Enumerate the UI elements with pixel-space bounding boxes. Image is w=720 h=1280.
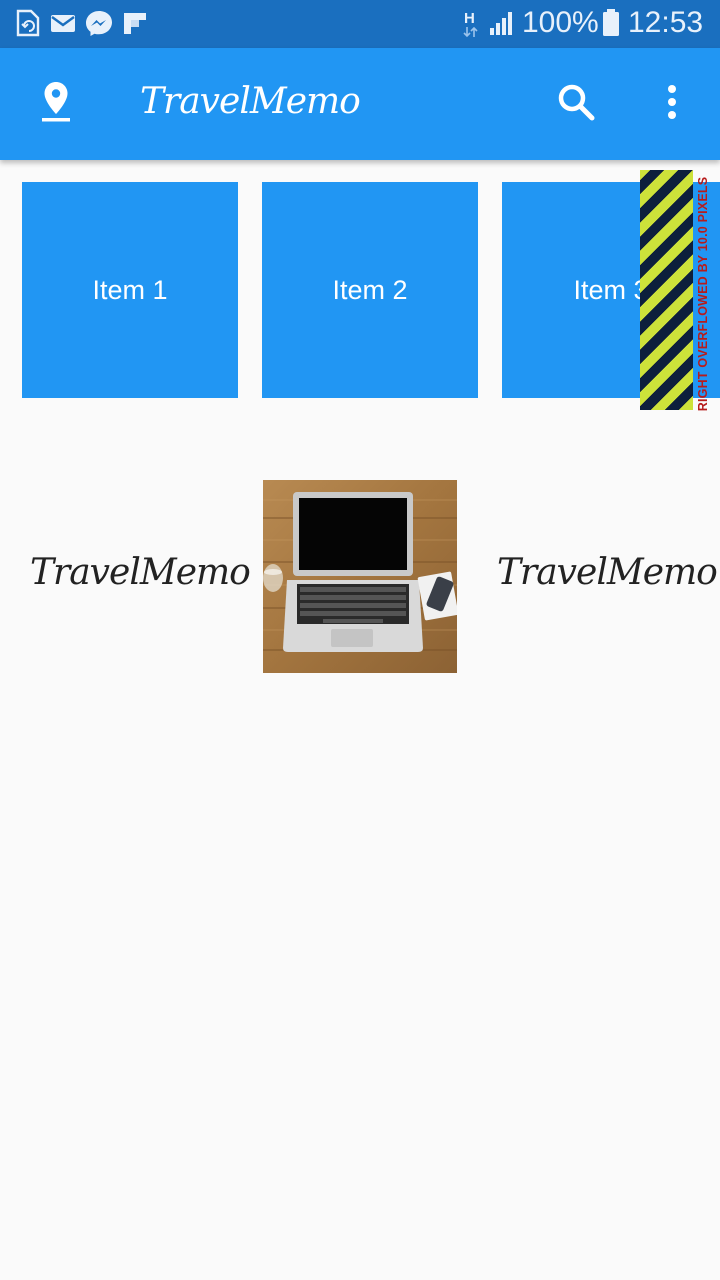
app-title: TravelMemo: [140, 81, 361, 122]
item-label: Item 1: [92, 274, 168, 305]
flipboard-icon: [122, 8, 148, 43]
battery-icon: [602, 8, 620, 43]
clock: 12:53: [628, 6, 704, 39]
messenger-icon: [84, 8, 114, 43]
overflow-warning-stripes: [640, 170, 693, 410]
laptop-photo: [263, 480, 457, 673]
battery-percentage: 100%: [522, 6, 599, 39]
item-label: Item 3: [573, 274, 649, 305]
more-options-button[interactable]: [644, 76, 700, 132]
overflow-warning-label: RIGHT OVERFLOWED BY 10.0 PIXELS: [696, 176, 711, 412]
logo-right: TravelMemo: [497, 552, 718, 593]
item-label: Item 2: [332, 274, 408, 305]
item-tile-2[interactable]: Item 2: [262, 182, 478, 398]
location-button[interactable]: [24, 76, 88, 132]
status-bar: H 100% 12:53: [0, 0, 720, 48]
item-tile-1[interactable]: Item 1: [22, 182, 238, 398]
search-icon: [556, 82, 596, 127]
app-bar: TravelMemo: [0, 48, 720, 160]
location-pin-icon: [40, 80, 72, 129]
logo-left: TravelMemo: [30, 552, 251, 593]
search-button[interactable]: [548, 76, 604, 132]
signal-icon: [488, 8, 516, 43]
sim-update-icon: [14, 8, 42, 43]
network-type-icon: H: [462, 10, 480, 38]
mail-icon: [50, 8, 76, 43]
more-vert-icon: [666, 84, 678, 125]
